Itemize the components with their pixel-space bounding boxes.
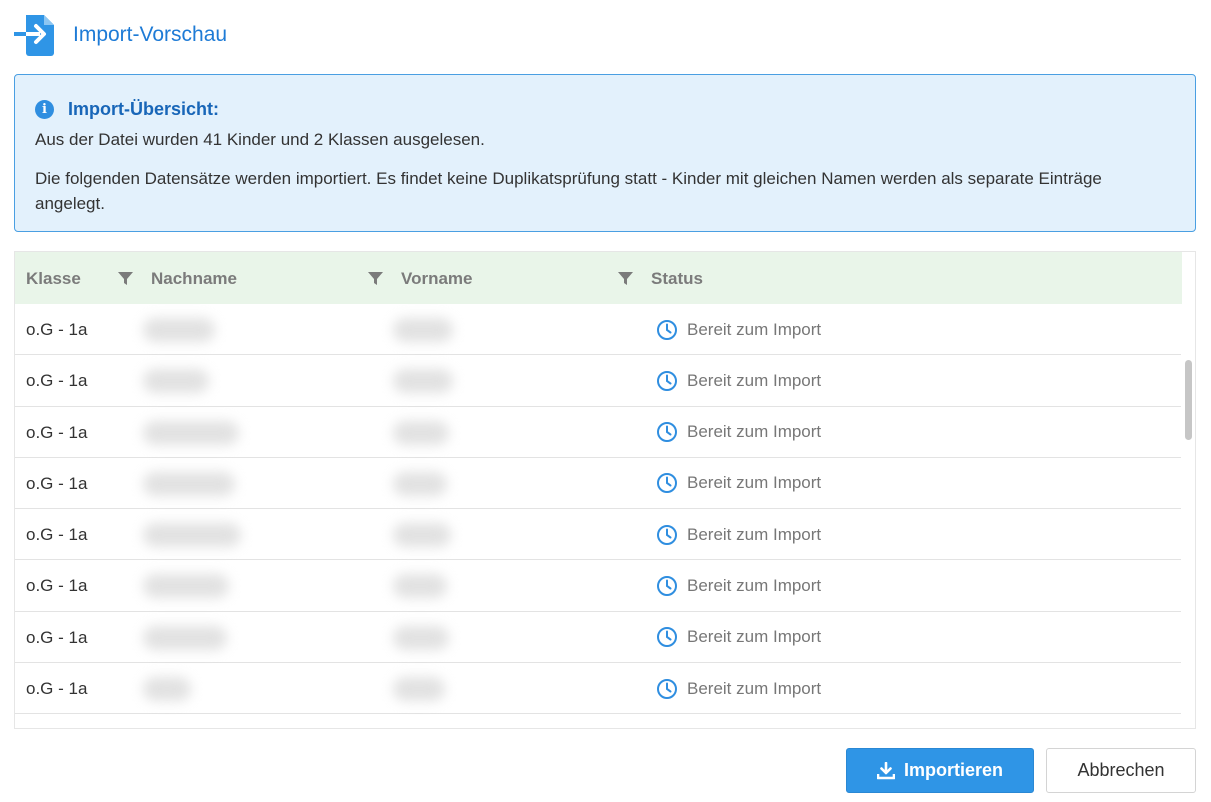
table-row[interactable]: o.G - 1a Bereit zum Import bbox=[15, 407, 1182, 458]
info-line-duplicates: Die folgenden Datensätze werden importie… bbox=[35, 169, 1102, 213]
status-text: Bereit zum Import bbox=[687, 473, 822, 493]
cell-status: Bereit zum Import bbox=[656, 355, 821, 406]
cell-status: Bereit zum Import bbox=[656, 458, 821, 509]
cell-vorname-redacted bbox=[393, 420, 449, 445]
status-text: Bereit zum Import bbox=[687, 422, 822, 442]
dialog-title: Import-Vorschau bbox=[73, 23, 228, 46]
clock-icon bbox=[657, 319, 677, 340]
cell-vorname-redacted bbox=[393, 318, 453, 342]
cell-nachname-redacted bbox=[143, 625, 227, 650]
cell-klasse: o.G - 1a bbox=[26, 320, 88, 339]
cell-klasse: o.G - 1a bbox=[26, 525, 88, 545]
cell-nachname-redacted bbox=[143, 523, 241, 548]
clock-icon bbox=[657, 370, 677, 391]
cell-klasse: o.G - 1a bbox=[26, 422, 88, 442]
clock-icon bbox=[657, 524, 677, 545]
column-header-nachname[interactable]: Nachname bbox=[151, 252, 237, 304]
info-heading: Import-Übersicht: bbox=[68, 98, 220, 119]
table-row[interactable]: o.G - 1a Bereit zum Import bbox=[15, 509, 1182, 561]
cell-status: Bereit zum Import bbox=[656, 407, 821, 458]
cell-nachname-redacted bbox=[143, 420, 239, 445]
dialog-header: Import-Vorschau bbox=[14, 12, 227, 58]
status-text: Bereit zum Import bbox=[687, 627, 822, 647]
cell-status: Bereit zum Import bbox=[656, 663, 821, 714]
cell-nachname-redacted bbox=[143, 318, 215, 342]
status-text: Bereit zum Import bbox=[687, 524, 822, 544]
clock-icon bbox=[657, 678, 677, 699]
cell-vorname-redacted bbox=[393, 471, 447, 496]
info-heading-row: i Import-Übersicht: bbox=[35, 97, 1175, 121]
cell-nachname-redacted bbox=[143, 471, 235, 496]
cell-nachname-redacted bbox=[143, 677, 191, 702]
cell-klasse: o.G - 1a bbox=[26, 627, 88, 647]
clock-icon bbox=[657, 627, 677, 648]
table-scrollbar[interactable] bbox=[1181, 304, 1195, 728]
filter-icon-klasse[interactable] bbox=[118, 271, 133, 286]
cell-nachname-redacted bbox=[143, 369, 209, 394]
status-text: Bereit zum Import bbox=[687, 370, 822, 390]
table-row[interactable]: o.G - 1a Bereit zum Import bbox=[15, 304, 1182, 356]
filter-icon-vorname[interactable] bbox=[618, 271, 633, 286]
column-header-status[interactable]: Status bbox=[651, 252, 703, 304]
table-body: o.G - 1a Bereit zum Import o.G - 1a Bereit … bbox=[15, 304, 1182, 715]
info-line-counts: Aus der Datei wurden 41 Kinder und 2 Kla… bbox=[35, 130, 485, 149]
table-row[interactable]: o.G - 1a Bereit zum Import bbox=[15, 560, 1182, 612]
table-row[interactable]: o.G - 1a Bereit zum Import bbox=[15, 458, 1182, 510]
table-row[interactable]: o.G - 1a Bereit zum Import bbox=[15, 612, 1182, 664]
import-button-label: Importieren bbox=[903, 760, 1004, 780]
clock-icon bbox=[657, 575, 677, 596]
cell-vorname-redacted bbox=[393, 677, 445, 702]
status-text: Bereit zum Import bbox=[687, 575, 822, 595]
cell-klasse: o.G - 1a bbox=[26, 679, 88, 699]
cell-nachname-redacted bbox=[143, 574, 229, 599]
filter-icon-nachname[interactable] bbox=[368, 271, 383, 286]
cell-status: Bereit zum Import bbox=[656, 304, 821, 355]
cell-vorname-redacted bbox=[393, 523, 451, 548]
scrollbar-thumb[interactable] bbox=[1185, 360, 1192, 440]
column-header-klasse[interactable]: Klasse bbox=[26, 252, 81, 304]
import-summary-box: i Import-Übersicht: Aus der Datei wurden… bbox=[14, 74, 1196, 232]
status-text: Bereit zum Import bbox=[687, 678, 822, 698]
import-preview-table: Klasse Nachname Vorname Status o.G - 1a B… bbox=[14, 251, 1196, 729]
download-icon bbox=[876, 761, 895, 779]
clock-icon bbox=[657, 473, 677, 494]
cell-vorname-redacted bbox=[393, 574, 447, 599]
cell-klasse: o.G - 1a bbox=[26, 371, 88, 391]
cell-status: Bereit zum Import bbox=[656, 509, 821, 560]
status-text: Bereit zum Import bbox=[687, 319, 822, 339]
cell-vorname-redacted bbox=[393, 625, 449, 650]
table-row[interactable]: o.G - 1a Bereit zum Import bbox=[15, 663, 1182, 715]
table-row[interactable]: o.G - 1a Bereit zum Import bbox=[15, 355, 1182, 407]
cell-status: Bereit zum Import bbox=[656, 612, 821, 663]
import-button[interactable]: Importieren bbox=[846, 748, 1034, 793]
table-header: Klasse Nachname Vorname Status bbox=[15, 252, 1182, 304]
column-header-vorname[interactable]: Vorname bbox=[401, 252, 473, 304]
cell-status: Bereit zum Import bbox=[656, 560, 821, 611]
info-icon: i bbox=[35, 99, 54, 119]
cell-klasse: o.G - 1a bbox=[26, 576, 88, 596]
cancel-button[interactable]: Abbrechen bbox=[1046, 748, 1196, 793]
clock-icon bbox=[657, 422, 677, 443]
cell-vorname-redacted bbox=[393, 369, 453, 394]
cell-klasse: o.G - 1a bbox=[26, 473, 88, 493]
file-import-icon bbox=[14, 13, 56, 57]
